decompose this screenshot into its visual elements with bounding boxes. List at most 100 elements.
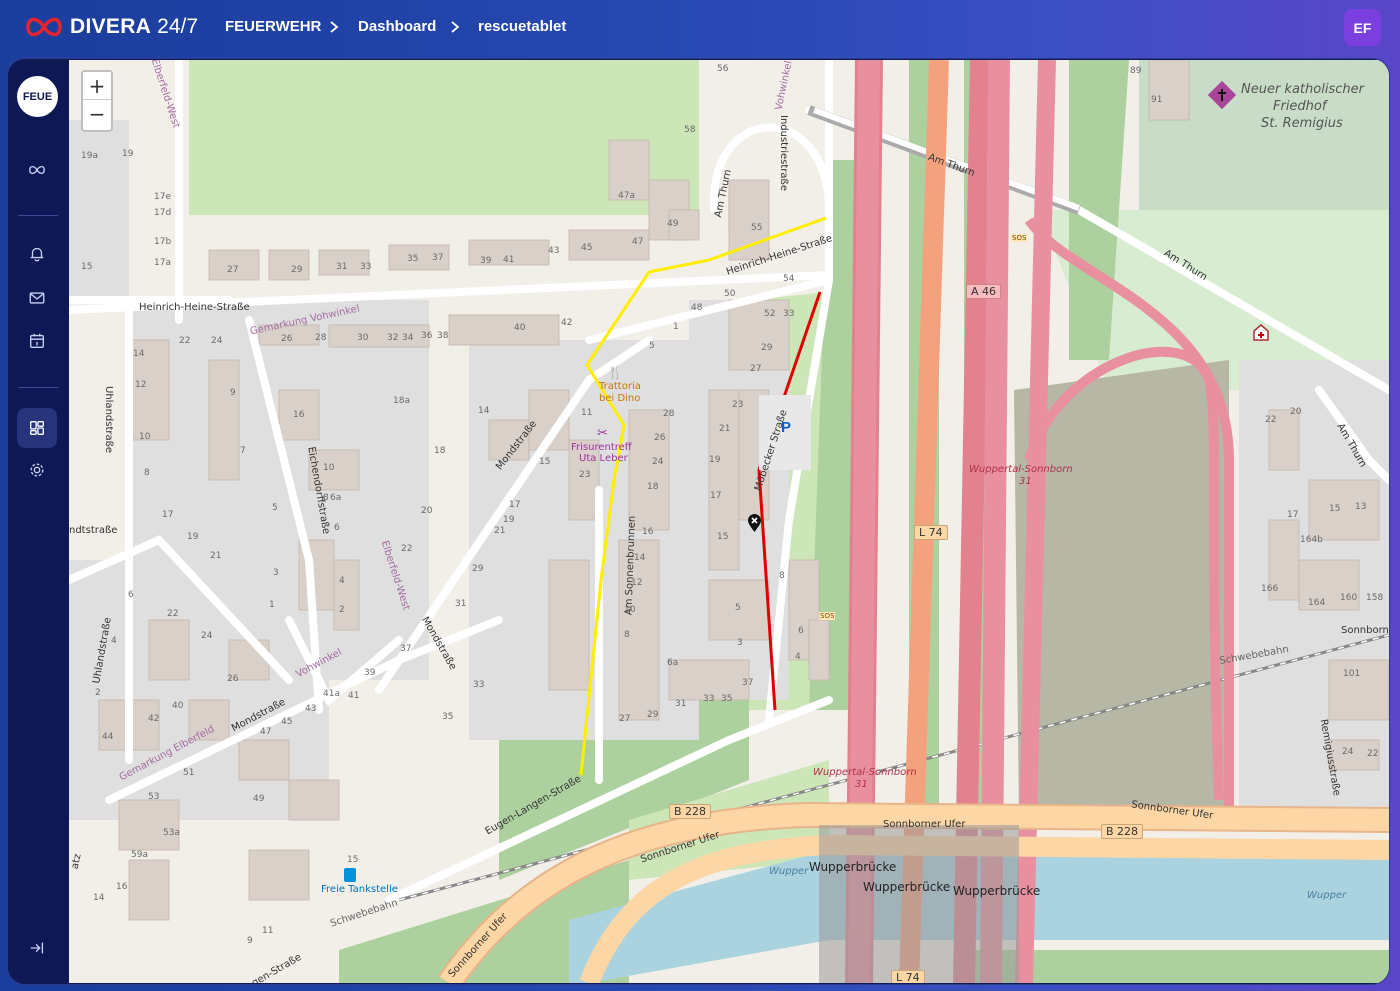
gear-icon[interactable] [25, 458, 49, 482]
bell-icon[interactable] [25, 242, 49, 266]
hairdresser-icon: ✂ [597, 426, 608, 441]
calendar-icon[interactable] [25, 329, 49, 353]
poi-label: Neuer katholischer [1241, 82, 1364, 97]
street-label: Industriestraße [778, 115, 789, 191]
house-number: 17 [710, 491, 722, 501]
house-number: 14 [634, 553, 646, 563]
house-number: 31 [675, 699, 687, 709]
poi-label: bei Dino [599, 393, 641, 404]
poi-label: Trattoria [599, 381, 641, 392]
road-shield: B 228 [1101, 824, 1144, 839]
house-number: 9 [247, 936, 253, 946]
house-number: 48 [691, 303, 703, 313]
house-number: 44 [102, 732, 114, 742]
road-shield: L 74 [914, 525, 948, 540]
restaurant-icon: 🍴 [607, 366, 624, 381]
house-number: 21 [210, 551, 222, 561]
street-label: Heinrich-Heine-Straße [139, 302, 250, 313]
house-number: 8 [144, 468, 150, 478]
house-number: 5 [735, 603, 741, 613]
house-number: 23 [579, 470, 591, 480]
house-number: 8 [323, 493, 329, 503]
house-number: 43 [548, 246, 560, 256]
house-number: 15 [81, 262, 93, 272]
house-number: 31 [336, 262, 348, 272]
house-number: 28 [663, 409, 675, 419]
bridge-label: Wupperbrücke [809, 860, 897, 874]
house-number: 15 [347, 855, 359, 865]
road-shield: B 228 [669, 804, 712, 819]
house-number: 17d [154, 208, 172, 218]
mail-icon[interactable] [25, 286, 49, 310]
zoom-in-button[interactable]: + [83, 72, 111, 100]
incident-marker[interactable] [747, 514, 762, 533]
house-number: 11 [262, 926, 274, 936]
house-number: 22 [179, 336, 191, 346]
brand-version: 24/7 [157, 15, 199, 38]
house-number: 33 [703, 694, 715, 704]
house-number: 52 [764, 309, 776, 319]
infinity-icon[interactable] [25, 158, 49, 182]
house-number: 35 [442, 712, 454, 722]
house-number: 33 [360, 262, 372, 272]
house-number: 26 [227, 674, 239, 684]
chevron-right-icon [448, 19, 462, 35]
house-number: 40 [514, 323, 526, 333]
house-number: 35 [407, 254, 419, 264]
breadcrumb-dashboard[interactable]: Dashboard [358, 18, 436, 35]
sos-phone-icon: SOS [819, 612, 836, 620]
house-number: 6a [330, 493, 342, 503]
breadcrumb-feuerwehr[interactable]: FEUERWEHR [225, 18, 321, 35]
house-number: 20 [1290, 407, 1302, 417]
house-number: 31 [455, 599, 467, 609]
poi-label: Friedhof [1273, 99, 1327, 114]
house-number: 33 [783, 309, 795, 319]
house-number: 18a [393, 396, 410, 406]
sidebar-divider [18, 215, 58, 216]
divera-logo[interactable]: DIVERA 24/7 [24, 14, 198, 40]
house-number: 40 [172, 701, 184, 711]
house-number: 19 [187, 532, 199, 542]
brand-name: DIVERA [70, 15, 152, 38]
house-number: 32 [387, 333, 399, 343]
zoom-out-button[interactable]: − [83, 100, 111, 128]
house-number: 42 [148, 714, 160, 724]
house-number: 16 [293, 410, 305, 420]
house-number: 59a [131, 850, 148, 860]
house-number: 20 [421, 506, 433, 516]
house-number: 23 [732, 400, 744, 410]
street-label: Uhlandstraße [103, 386, 114, 454]
house-number: 43 [305, 704, 317, 714]
house-number: 29 [472, 564, 484, 574]
house-number: 50 [724, 289, 736, 299]
house-number: 22 [1265, 415, 1277, 425]
house-number: 37 [742, 678, 754, 688]
house-number: 12 [631, 578, 643, 588]
house-number: 19 [503, 515, 515, 525]
house-number: 17 [509, 500, 521, 510]
breadcrumb-rescuetablet[interactable]: rescuetablet [478, 18, 566, 35]
house-number: 14 [93, 893, 105, 903]
house-number: 51 [183, 768, 195, 778]
house-number: 45 [581, 243, 593, 253]
user-avatar[interactable]: EF [1344, 9, 1381, 46]
workspace-avatar[interactable]: FEUE [17, 76, 58, 117]
house-number: 28 [315, 333, 327, 343]
house-number: 5 [272, 503, 278, 513]
map-view[interactable]: + − 🍴 ✂ P SOS SOS Heinrich-Heine-Straße … [69, 60, 1389, 983]
house-number: 24 [211, 336, 223, 346]
house-number: 17 [162, 510, 174, 520]
house-number: 89 [1130, 66, 1142, 76]
house-number: 1 [269, 600, 275, 610]
dashboard-icon[interactable] [25, 416, 49, 440]
house-number: 164b [1300, 535, 1323, 545]
house-number: 3 [737, 638, 743, 648]
sidebar-divider [18, 387, 58, 388]
house-number: 6a [667, 658, 679, 668]
collapse-icon[interactable] [25, 936, 49, 960]
house-number: 13 [1355, 502, 1367, 512]
chevron-right-icon [327, 19, 341, 35]
house-number: 17e [154, 192, 171, 202]
house-number: 3 [273, 568, 279, 578]
house-number: 19 [122, 149, 134, 159]
